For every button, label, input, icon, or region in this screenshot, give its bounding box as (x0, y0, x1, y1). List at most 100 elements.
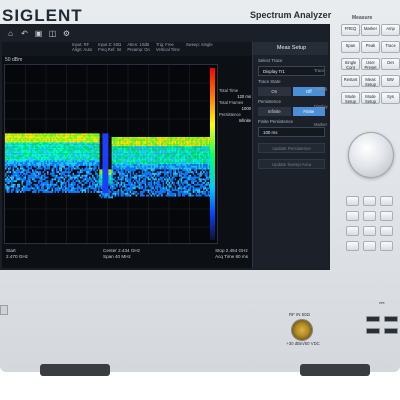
spectrogram-cell (53, 149, 55, 152)
spectrogram-cell (33, 162, 36, 165)
hw-key-span[interactable]: Span (341, 41, 360, 53)
spectrogram-cell (56, 169, 58, 172)
hw-key-mode-setup[interactable]: Mode Setup (361, 92, 380, 104)
spectrogram-cell (59, 146, 61, 148)
spectrogram-cell (182, 155, 184, 157)
spectrogram-cell (30, 133, 33, 136)
numeric-key[interactable] (380, 226, 393, 236)
finite-persistence-input[interactable]: 100 ms (258, 127, 325, 137)
rotary-knob[interactable] (348, 132, 394, 178)
numeric-key[interactable] (363, 211, 376, 221)
hw-key-single-cont[interactable]: Single Cont (341, 58, 360, 70)
spectrogram-cell (65, 182, 67, 184)
hw-key-bw[interactable]: BW (381, 75, 400, 87)
numeric-key[interactable] (380, 196, 393, 206)
spectrogram-cell (35, 135, 37, 138)
usb-port-4[interactable] (384, 328, 398, 334)
hw-key-amp[interactable]: Amp (381, 24, 400, 36)
spectrogram-cell (117, 155, 120, 157)
usb-port-2[interactable] (384, 316, 398, 322)
spectrogram-cell (72, 158, 75, 161)
hw-key-freq[interactable]: FREQ (341, 24, 360, 36)
spectrogram-cell (81, 147, 84, 150)
spectrogram-cell (90, 144, 93, 147)
spectrogram-cell (35, 160, 37, 163)
home-icon[interactable]: ⌂ (6, 26, 15, 42)
side-tab-marker[interactable]: Marker (314, 122, 327, 127)
spectrogram-cell (150, 162, 153, 165)
spectrogram-cell (54, 155, 57, 157)
spectrogram-cell (153, 162, 156, 165)
numeric-key[interactable] (363, 241, 376, 251)
spectrum-plot[interactable] (4, 64, 218, 245)
hw-key-user-preset[interactable]: User Preset (361, 58, 380, 70)
spectrogram-cell (5, 140, 7, 143)
numeric-key[interactable] (363, 226, 376, 236)
spectrogram-cell (203, 158, 205, 161)
spectrogram-cell (138, 164, 141, 166)
spectrogram-cell (192, 189, 195, 192)
spectrogram-cell (179, 160, 181, 163)
spectrogram-cell (93, 133, 96, 136)
spectrogram-cell (8, 156, 10, 159)
spectrogram-cell (89, 162, 91, 165)
spectrogram-cell (174, 178, 177, 181)
usb-port-1[interactable] (366, 316, 380, 322)
numeric-key[interactable] (346, 226, 359, 236)
hw-key-trace[interactable]: Trace (381, 41, 400, 53)
hw-key-det[interactable]: Det (381, 58, 400, 70)
update-sweep-area-button[interactable]: Update Sweep Area (258, 159, 325, 169)
spectrogram-cell (12, 189, 15, 192)
spectrogram-cell (186, 173, 189, 175)
hw-key-mode-setup[interactable]: Mode Setup (341, 92, 360, 104)
hw-key-peak[interactable]: Peak (361, 41, 380, 53)
update-persistence-button[interactable]: Update Persistence (258, 143, 325, 153)
persistence-infinite[interactable]: Infinite (258, 107, 291, 116)
spectrogram-cell (159, 192, 162, 195)
trace-state-on[interactable]: On (258, 87, 291, 96)
numeric-key[interactable] (380, 241, 393, 251)
spectrogram-cell (81, 137, 84, 139)
spectrogram-cell (71, 183, 73, 186)
spectrogram-cell (173, 182, 175, 184)
undo-icon[interactable]: ↶ (20, 26, 29, 42)
hw-key-marker[interactable]: Marker (361, 24, 380, 36)
usb-port-3[interactable] (366, 328, 380, 334)
side-tab-setting[interactable]: Setting (314, 86, 327, 91)
spectrogram-cell (17, 153, 19, 156)
numeric-key[interactable] (346, 211, 359, 221)
spectrogram-cell (33, 147, 36, 150)
spectrogram-cell (84, 149, 87, 152)
spectrogram-cell (174, 189, 177, 192)
hw-key-restart[interactable]: Restart (341, 75, 360, 87)
settings-icon[interactable]: ⚙ (62, 26, 71, 42)
spectrogram-cell (189, 185, 192, 188)
power-button[interactable] (0, 305, 8, 315)
spectrogram-cell (83, 158, 85, 161)
spectrogram-cell (122, 156, 124, 159)
spectrogram-cell (60, 146, 63, 148)
side-tab-display[interactable]: Display (314, 104, 328, 109)
spectrogram-cell (96, 155, 99, 157)
spectrogram-cell (47, 135, 49, 138)
spectrogram-cell (117, 164, 120, 166)
spectrogram-cell (137, 137, 139, 139)
rf-input-connector[interactable] (291, 319, 313, 341)
spectrogram-cell (116, 138, 118, 141)
spectrogram-cell (186, 191, 189, 193)
hw-key-meas-setup[interactable]: Meas Setup (361, 75, 380, 87)
hw-key-sys[interactable]: Sys (381, 92, 400, 104)
save-icon[interactable]: ▣ (34, 26, 43, 42)
numeric-key[interactable] (380, 211, 393, 221)
numeric-key[interactable] (363, 196, 376, 206)
spectrogram-cell (177, 156, 180, 159)
spectrogram-cell (77, 160, 79, 163)
spectrogram-cell (114, 192, 117, 195)
numeric-key[interactable] (346, 241, 359, 251)
spectrogram-cell (119, 149, 121, 152)
screenshot-icon[interactable]: ◫ (48, 26, 57, 42)
spectrogram-cell (173, 137, 175, 139)
spectrogram-cell (132, 187, 135, 190)
numeric-key[interactable] (346, 196, 359, 206)
side-tab-trace[interactable]: Trace (314, 68, 325, 73)
